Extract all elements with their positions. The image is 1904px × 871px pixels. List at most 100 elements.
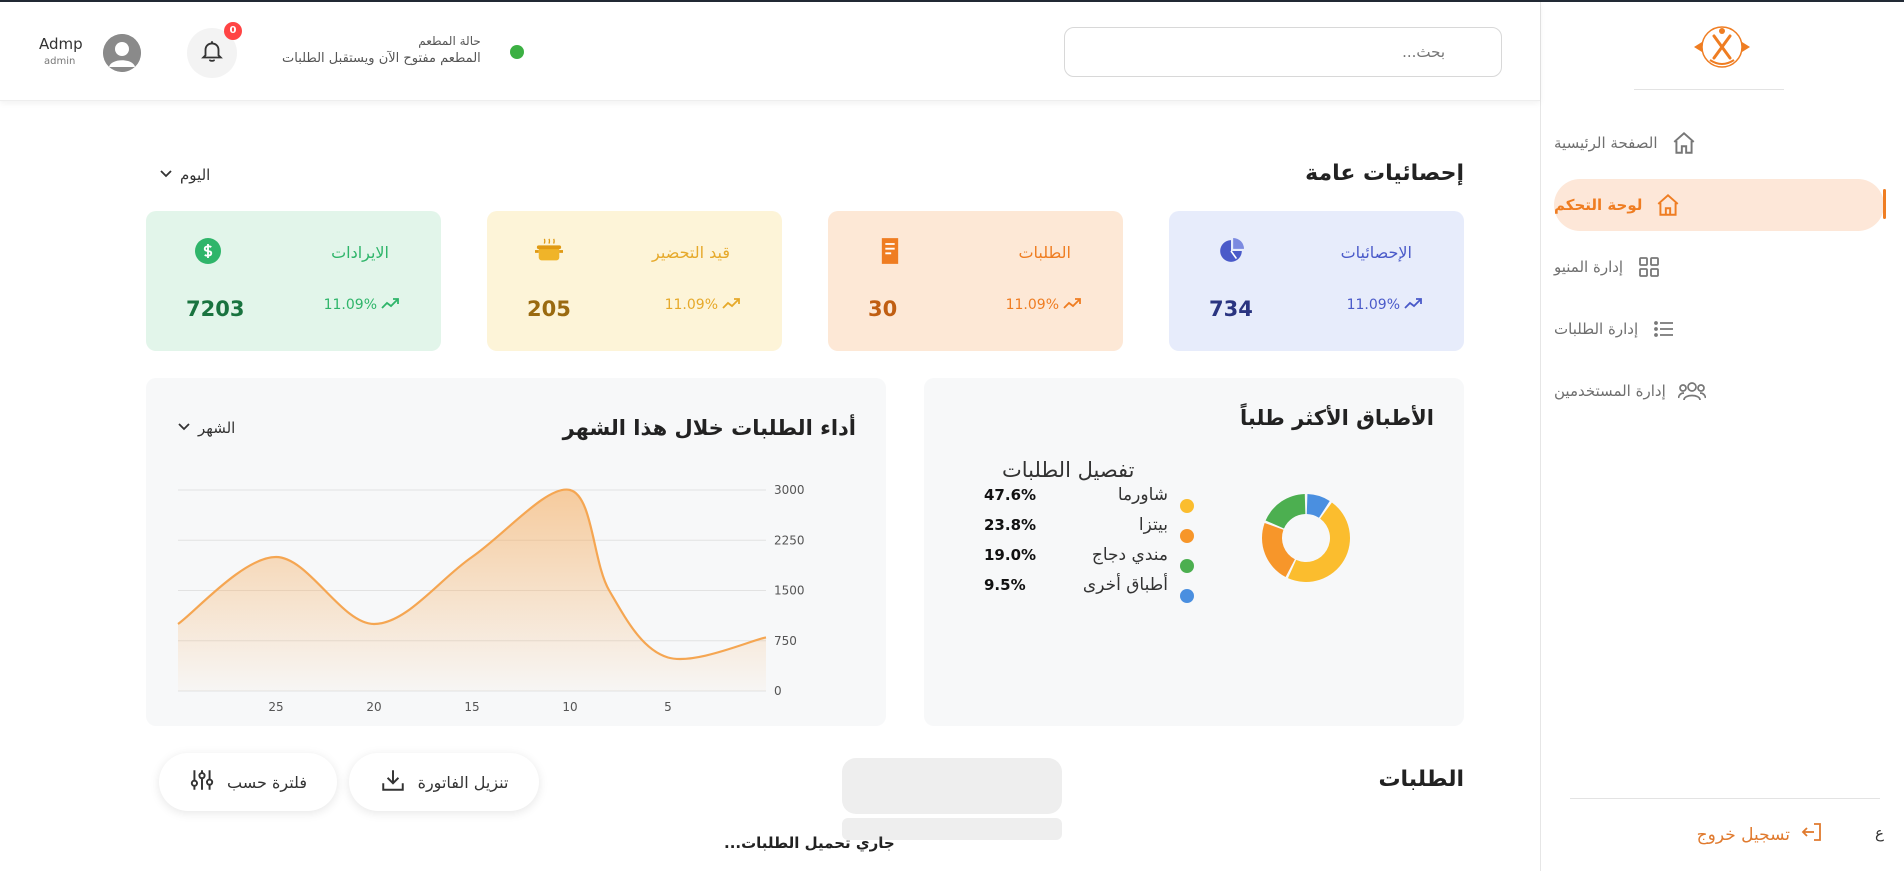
top-header: حالة المطعم المطعم مفتوح الآن ويستقبل ال… (0, 2, 1540, 101)
sliders-icon (189, 767, 215, 797)
trend-up-icon (381, 297, 399, 313)
stat-trend: 11.09% (1347, 297, 1422, 313)
trend-value: 11.09% (1346, 297, 1400, 313)
filter-label: فلترة حسب (227, 772, 307, 792)
search-box[interactable] (1064, 27, 1502, 77)
dishes-donut-chart (1262, 494, 1350, 582)
user-role: admin (44, 56, 76, 67)
stat-title: الإحصائيات (1340, 243, 1412, 262)
logo-divider (1634, 89, 1784, 90)
legend-title: تفصيل الطلبات (1002, 458, 1135, 482)
legend-name: أطباق أخرى (1082, 575, 1168, 595)
document-icon (876, 237, 904, 265)
active-indicator (1883, 189, 1886, 219)
stat-trend: 11.09% (1006, 297, 1081, 313)
stat-value: 30 (868, 297, 898, 321)
stat-card-statistics: الإحصائيات 11.09% 734 (1169, 211, 1464, 351)
user-name: Admp (39, 35, 83, 53)
performance-panel: أداء الطلبات خلال هذا الشهر الشهر 3000 22… (146, 378, 886, 726)
stat-value: 7203 (186, 297, 245, 321)
trend-value: 11.09% (323, 297, 377, 313)
sidebar: الصفحة الرئيسية لوحة التحكم إدارة المنيو… (1540, 2, 1904, 871)
language-toggle[interactable]: ع (1875, 824, 1884, 842)
status-dot (510, 45, 524, 59)
legend-percent: 47.6% (984, 486, 1037, 504)
sidebar-item-dashboard[interactable]: لوحة التحكم (1554, 179, 1884, 231)
top-dishes-panel: الأطباق الأكثر طلباً تفصيل الطلبات شاورم… (924, 378, 1464, 726)
stat-trend: 11.09% (324, 297, 399, 313)
sidebar-item-label: الصفحة الرئيسية (1554, 134, 1658, 152)
trend-up-icon (722, 297, 740, 313)
avatar[interactable] (103, 34, 141, 72)
sidebar-item-label: إدارة المستخدمين (1554, 382, 1666, 400)
stat-title: الطلبات (1018, 243, 1071, 262)
x-tick-label: 25 (268, 700, 283, 714)
stat-value: 205 (527, 297, 571, 321)
logout-label: تسجيل خروج (1696, 824, 1790, 845)
stat-value: 734 (1209, 297, 1253, 321)
top-dishes-title: الأطباق الأكثر طلباً (1240, 406, 1434, 430)
search-input[interactable] (1065, 28, 1501, 76)
x-tick-label: 15 (464, 700, 479, 714)
performance-area-chart: 3000 2250 1500 750 0 25 20 15 10 5 (177, 483, 805, 714)
home-icon (1670, 129, 1698, 157)
loading-text: جاري تحميل الطلبات... (724, 834, 895, 852)
stat-title: قيد التحضير (652, 243, 730, 262)
logout-button[interactable]: تسجيل خروج (1697, 820, 1824, 849)
trend-value: 11.09% (664, 297, 718, 313)
x-tick-label: 5 (664, 700, 672, 714)
bell-icon (199, 38, 225, 68)
list-icon (1650, 315, 1678, 343)
download-invoice-button[interactable]: تنزيل الفاتورة (349, 753, 539, 811)
y-tick-label: 3000 (774, 483, 805, 497)
cooking-pot-icon (535, 237, 563, 265)
pie-chart-icon (1217, 237, 1245, 265)
legend-percent: 23.8% (984, 516, 1037, 534)
notification-badge: 0 (224, 22, 242, 40)
y-tick-label: 2250 (774, 533, 805, 547)
legend-name: شاورما (1117, 485, 1168, 505)
legend-name: مندي دجاج (1091, 545, 1168, 565)
x-tick-label: 10 (562, 700, 577, 714)
stat-card-revenue: الايرادات 11.09% 7203 (146, 211, 441, 351)
home-outline-icon (1654, 191, 1682, 219)
y-tick-label: 1500 (774, 584, 805, 598)
sidebar-item-label: إدارة المنيو (1554, 258, 1624, 276)
grid-icon (1635, 253, 1663, 281)
legend-percent: 9.5% (984, 576, 1026, 594)
legend-name: بيتزا (1138, 515, 1168, 535)
legend-dot (1180, 559, 1194, 573)
legend-dot (1180, 529, 1194, 543)
stat-title: الايرادات (331, 243, 389, 262)
legend-dot (1180, 589, 1194, 603)
logout-icon (1800, 820, 1824, 849)
stat-card-orders: الطلبات 11.09% 30 (828, 211, 1123, 351)
sidebar-item-label: إدارة الطلبات (1554, 320, 1639, 338)
dollar-icon (194, 237, 222, 265)
trend-value: 11.09% (1005, 297, 1059, 313)
status-text: المطعم مفتوح الآن ويستقبل الطلبات (282, 51, 481, 66)
sidebar-item-home[interactable]: الصفحة الرئيسية (1554, 117, 1884, 169)
stat-trend: 11.09% (665, 297, 740, 313)
download-icon (380, 767, 406, 797)
stats-period-select[interactable]: اليوم (158, 165, 210, 185)
stat-card-preparing: قيد التحضير 11.09% 205 (487, 211, 782, 351)
stats-title: إحصائيات عامة (1305, 161, 1464, 186)
sidebar-item-orders[interactable]: إدارة الطلبات (1554, 303, 1884, 355)
sidebar-item-label: لوحة التحكم (1554, 196, 1643, 214)
legend-percent: 19.0% (984, 546, 1037, 564)
period-label: اليوم (180, 166, 211, 184)
y-tick-label: 0 (774, 684, 782, 698)
chevron-down-icon (158, 165, 174, 185)
orders-title: الطلبات (1378, 767, 1464, 792)
logout-divider (1570, 798, 1880, 799)
sidebar-item-menu[interactable]: إدارة المنيو (1554, 241, 1884, 293)
download-label: تنزيل الفاتورة (417, 772, 509, 792)
donut-slice-2 (1265, 494, 1306, 529)
sidebar-item-users[interactable]: إدارة المستخدمين (1554, 365, 1884, 417)
donut-slice-1 (1262, 522, 1295, 577)
trend-up-icon (1063, 297, 1081, 313)
restaurant-status: حالة المطعم المطعم مفتوح الآن ويستقبل ال… (282, 34, 481, 66)
filter-button[interactable]: فلترة حسب (159, 753, 337, 811)
users-icon (1677, 377, 1706, 405)
